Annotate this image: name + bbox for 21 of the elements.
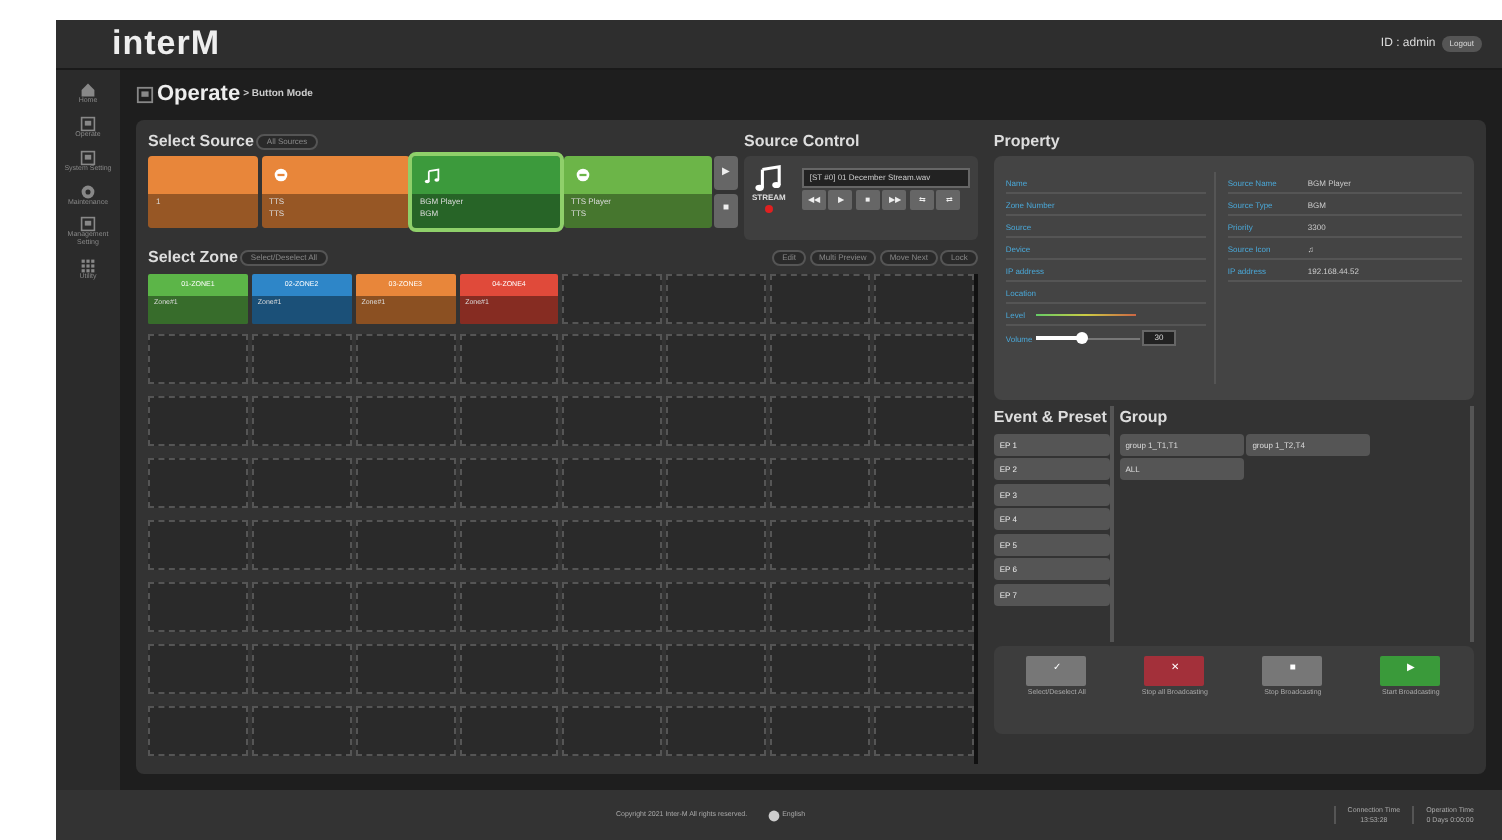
section-title: Property (993, 129, 1062, 153)
minus-circle-icon (273, 168, 287, 182)
section-title: Select Zone (148, 246, 238, 270)
grid-icon (80, 258, 96, 275)
home-icon (80, 82, 96, 98)
section-title: Source Control (744, 129, 862, 153)
logo: interM (112, 22, 220, 67)
slider-thumb[interactable] (1076, 332, 1089, 344)
panel-icon (80, 216, 96, 233)
globe-icon (767, 809, 780, 821)
section-title: Select Source (148, 129, 254, 153)
volume-slider[interactable] (1035, 332, 1140, 344)
minus-circle-icon (575, 168, 589, 182)
section-title: Event & Preset (993, 406, 1102, 430)
gear-icon (80, 183, 96, 200)
music-note-icon (754, 164, 783, 192)
section-title: Group (1119, 406, 1170, 430)
record-dot-icon (763, 204, 774, 214)
panel-icon (136, 85, 154, 104)
page-title: Operate (157, 80, 241, 110)
music-note-icon (424, 167, 440, 183)
